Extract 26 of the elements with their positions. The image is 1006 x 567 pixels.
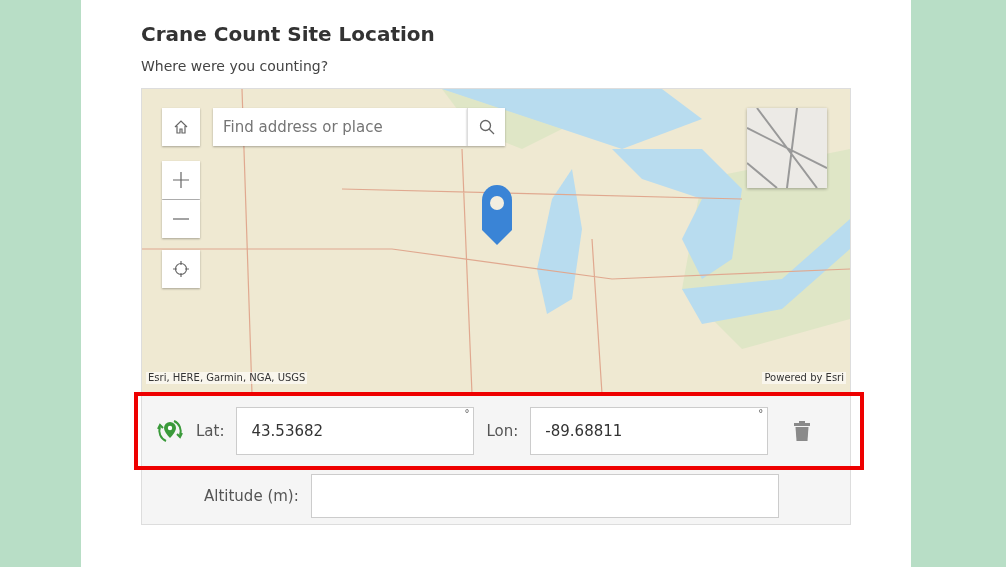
longitude-label: Lon: (486, 422, 519, 440)
search-icon (478, 119, 495, 135)
search-button[interactable] (467, 108, 505, 146)
powered-by-text: Powered by Esri (762, 372, 846, 384)
location-refresh-icon[interactable] (156, 417, 184, 445)
crosshair-icon (173, 261, 189, 277)
latitude-label: Lat: (196, 422, 225, 440)
section-title: Crane Count Site Location (141, 22, 436, 46)
question-text: Where were you counting? (141, 58, 330, 74)
zoom-out-button[interactable] (162, 200, 200, 238)
map-pin-icon[interactable] (482, 185, 512, 245)
altitude-label: Altitude (m): (204, 486, 299, 505)
overview-map[interactable] (747, 108, 827, 188)
search-field[interactable]: Find address or place (213, 108, 467, 146)
altitude-field[interactable] (310, 473, 779, 518)
zoom-in-button[interactable] (162, 161, 200, 199)
locate-button[interactable] (162, 250, 200, 288)
degree-unit: ° (464, 408, 470, 419)
map-placeholder[interactable]: Find address or place Esri, HERE, Garmin, NGA, USGS Powered by Esri (142, 89, 850, 394)
home-button[interactable] (162, 108, 200, 146)
home-icon (173, 119, 189, 135)
minus-icon (172, 218, 190, 220)
plus-icon (172, 171, 190, 189)
map-attribution: Esri, HERE, Garmin, NGA, USGS (146, 372, 308, 384)
trash-icon (794, 421, 811, 441)
degree-unit: ° (758, 408, 764, 419)
